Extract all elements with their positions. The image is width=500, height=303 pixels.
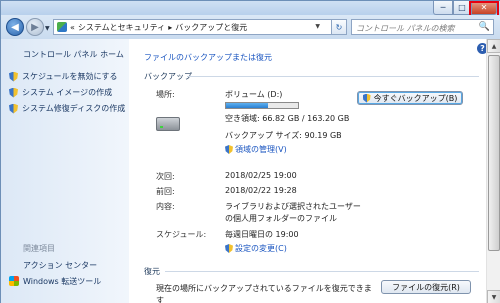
sidebar: コントロール パネル ホーム スケジュールを無効にする システム イメージの作成… — [1, 39, 129, 303]
main-panel: ? ファイルのバックアップまたは復元 バックアップ 場所: ボリューム (D:)… — [129, 39, 488, 303]
restore-section-title: 復元 — [144, 267, 160, 276]
address-dropdown-icon[interactable]: ▼ — [315, 23, 320, 30]
free-space-text: 空き領域: 66.82 GB / 163.20 GB — [225, 114, 350, 123]
shield-icon — [9, 103, 18, 114]
breadcrumb-overflow[interactable]: « — [70, 23, 75, 32]
recent-pages-dropdown-icon[interactable]: ▼ — [45, 25, 50, 32]
breadcrumb-system-security[interactable]: システムとセキュリティ — [78, 22, 165, 33]
minimize-button[interactable]: ─ — [433, 1, 453, 15]
schedule-label: スケジュール: — [156, 230, 207, 239]
backup-size-text: バックアップ サイズ: 90.19 GB — [225, 131, 342, 140]
search-icon[interactable]: 🔍 — [479, 22, 490, 32]
breadcrumb[interactable]: « システムとセキュリティ ▸ バックアップと復元 ▼ — [53, 19, 341, 35]
sidebar-item-label: システム イメージの作成 — [22, 88, 113, 97]
next-backup-label: 次回: — [156, 172, 175, 181]
shield-icon — [9, 71, 18, 82]
content-area: コントロール パネル ホーム スケジュールを無効にする システム イメージの作成… — [1, 39, 500, 303]
forward-button[interactable]: ▶ — [26, 18, 44, 36]
sidebar-item-create-system-image[interactable]: システム イメージの作成 — [9, 87, 112, 98]
scroll-up-button[interactable]: ▲ — [487, 39, 500, 53]
restore-files-button[interactable]: ファイルの復元(R) — [381, 280, 471, 294]
contents-value-line2: の個人用フォルダーのファイル — [225, 214, 337, 223]
control-panel-icon — [57, 22, 67, 32]
backup-or-restore-link[interactable]: ファイルのバックアップまたは復元 — [144, 52, 272, 63]
search-input[interactable]: コントロール パネルの検索 🔍 — [351, 19, 494, 35]
disk-usage-bar — [225, 102, 299, 109]
title-bar: ─ □ ✕ — [1, 1, 500, 18]
scroll-thumb[interactable] — [488, 55, 500, 251]
contents-value-line1: ライブラリおよび選択されたユーザー — [225, 202, 361, 211]
restore-description-line2: す — [156, 296, 164, 303]
backup-now-button[interactable]: 今すぐバックアップ(B) — [357, 91, 463, 105]
search-placeholder: コントロール パネルの検索 — [356, 24, 455, 33]
sidebar-item-windows-easy-transfer[interactable]: Windows 転送ツール — [23, 276, 101, 287]
restore-description: 現在の場所にバックアップされているファイルを復元できま — [156, 284, 372, 293]
last-backup-value: 2018/02/22 19:28 — [225, 186, 297, 195]
sidebar-item-label: システム修復ディスクの作成 — [22, 104, 126, 113]
windows-flag-icon — [9, 276, 19, 286]
shield-icon — [225, 145, 233, 154]
schedule-value: 毎週日曜日の 19:00 — [225, 230, 299, 239]
section-divider — [187, 76, 479, 77]
manage-space-label: 領域の管理(V) — [235, 145, 287, 154]
backup-section-title: バックアップ — [144, 72, 192, 81]
volume-name: ボリューム (D:) — [225, 90, 283, 99]
location-label: 場所: — [156, 90, 175, 99]
last-backup-label: 前回: — [156, 187, 175, 196]
refresh-button[interactable]: ↻ — [331, 19, 347, 35]
sidebar-item-label: スケジュールを無効にする — [22, 72, 118, 81]
sidebar-item-create-repair-disc[interactable]: システム修復ディスクの作成 — [9, 103, 125, 114]
control-panel-window: ─ □ ✕ ◀ ▶ ▼ « システムとセキュリティ ▸ バックアップと復元 ▼ … — [0, 0, 500, 303]
next-backup-value: 2018/02/25 19:00 — [225, 171, 297, 180]
disk-usage-fill — [226, 103, 269, 108]
change-settings-link[interactable]: 設定の変更(C) — [225, 243, 287, 254]
back-button[interactable]: ◀ — [6, 18, 24, 36]
contents-label: 内容: — [156, 202, 175, 211]
shield-icon — [225, 244, 233, 253]
hard-drive-icon — [156, 117, 180, 131]
breadcrumb-backup-restore[interactable]: バックアップと復元 — [175, 22, 247, 33]
breadcrumb-arrow-icon[interactable]: ▸ — [168, 23, 172, 32]
vertical-scrollbar[interactable]: ▲ ▼ — [486, 39, 500, 303]
related-heading: 関連項目 — [23, 244, 55, 253]
change-settings-label: 設定の変更(C) — [235, 244, 287, 253]
shield-icon — [9, 87, 18, 98]
sidebar-item-disable-schedule[interactable]: スケジュールを無効にする — [9, 71, 118, 82]
section-divider — [165, 271, 479, 272]
backup-now-label: 今すぐバックアップ(B) — [373, 93, 458, 103]
shield-icon — [362, 93, 371, 103]
sidebar-item-action-center[interactable]: アクション センター — [23, 260, 97, 271]
sidebar-home-link[interactable]: コントロール パネル ホーム — [23, 49, 124, 60]
address-bar: ◀ ▶ ▼ « システムとセキュリティ ▸ バックアップと復元 ▼ ↻ コントロ… — [1, 15, 500, 39]
scroll-down-button[interactable]: ▼ — [487, 290, 500, 303]
manage-space-link[interactable]: 領域の管理(V) — [225, 144, 287, 155]
